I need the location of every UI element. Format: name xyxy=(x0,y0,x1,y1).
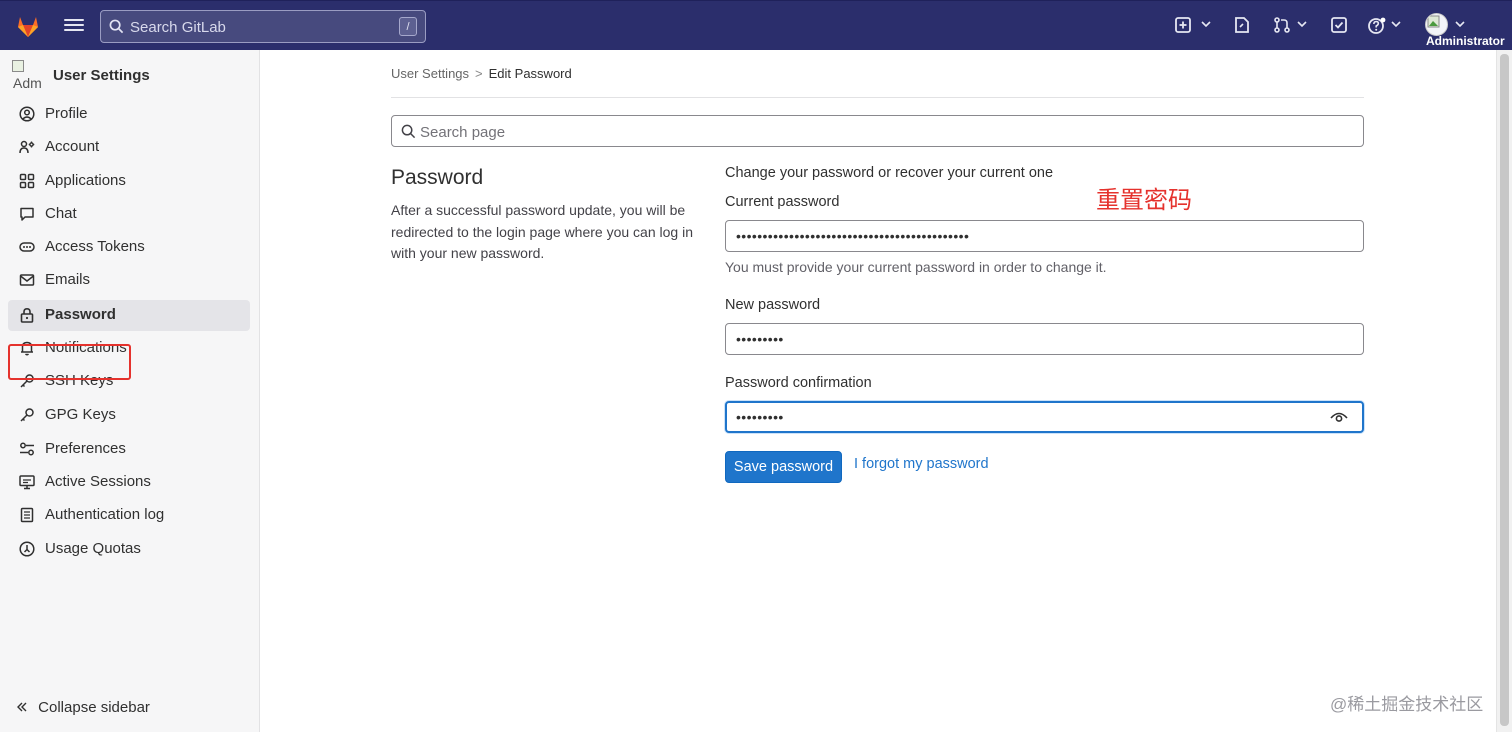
hamburger-icon[interactable] xyxy=(64,16,84,36)
page-search-input[interactable]: Search page xyxy=(391,115,1364,147)
chat-icon xyxy=(19,206,35,222)
issues-icon[interactable] xyxy=(1233,16,1253,36)
section-title: Password xyxy=(391,166,484,189)
sidebar-item-label: Password xyxy=(45,306,116,323)
annotation-text: 重置密码 xyxy=(1096,187,1192,214)
sidebar-item-label: Active Sessions xyxy=(45,473,151,490)
sidebar-item-active-sessions[interactable]: Active Sessions xyxy=(8,467,250,498)
new-password-field[interactable]: ••••••••• xyxy=(725,323,1364,355)
chevron-down-icon[interactable] xyxy=(1297,20,1307,28)
chevron-down-icon[interactable] xyxy=(1201,20,1211,28)
account-icon xyxy=(19,139,35,155)
sidebar-item-label: GPG Keys xyxy=(45,406,116,423)
password-confirmation-field[interactable]: ••••••••• xyxy=(725,401,1364,433)
password-confirmation-value: ••••••••• xyxy=(736,409,784,425)
breadcrumb-current: Edit Password xyxy=(488,66,572,81)
sidebar-item-label: Account xyxy=(45,138,100,155)
section-description: After a successful password update, you … xyxy=(391,202,693,261)
search-placeholder: Search GitLab xyxy=(130,19,226,36)
todo-icon[interactable] xyxy=(1330,16,1350,36)
key-icon xyxy=(19,407,35,423)
save-password-button[interactable]: Save password xyxy=(725,451,842,483)
sidebar-item-access-tokens[interactable]: Access Tokens xyxy=(8,232,250,263)
broken-image-icon xyxy=(12,60,24,72)
breadcrumb-parent[interactable]: User Settings xyxy=(391,66,469,81)
annotation-highlight-box xyxy=(8,344,131,380)
lock-icon xyxy=(19,307,35,323)
current-password-label: Current password xyxy=(725,194,840,210)
search-icon xyxy=(109,19,124,34)
sidebar-item-label: Authentication log xyxy=(45,506,165,523)
sidebar-item-label: Profile xyxy=(45,105,88,122)
sidebar-item-emails[interactable]: Emails xyxy=(8,265,250,296)
log-icon xyxy=(19,507,35,523)
sidebar-item-gpg-keys[interactable]: GPG Keys xyxy=(8,400,250,431)
breadcrumb: User Settings > Edit Password xyxy=(391,66,572,81)
scrollbar[interactable] xyxy=(1496,50,1512,732)
sidebar-item-applications[interactable]: Applications xyxy=(8,166,250,197)
current-password-help: You must provide your current password i… xyxy=(725,259,1107,275)
divider xyxy=(391,97,1364,98)
merge-request-icon[interactable] xyxy=(1273,16,1293,36)
collapse-sidebar-button[interactable]: Collapse sidebar xyxy=(16,699,150,716)
page-search-placeholder: Search page xyxy=(420,124,506,141)
sidebar-item-label: Preferences xyxy=(45,440,126,457)
applications-icon xyxy=(19,173,35,189)
top-navbar: Search GitLab / Administrator xyxy=(0,0,1512,50)
sidebar-item-profile[interactable]: Profile xyxy=(8,99,250,130)
scrollbar-thumb[interactable] xyxy=(1500,54,1509,726)
sidebar-title: User Settings xyxy=(53,67,150,84)
double-chevron-left-icon xyxy=(17,702,27,712)
token-icon xyxy=(19,239,35,255)
monitor-icon xyxy=(19,474,35,490)
profile-icon xyxy=(19,106,35,122)
watermark: @稀土掘金技术社区 xyxy=(1330,695,1484,714)
sidebar-item-authentication-log[interactable]: Authentication log xyxy=(8,500,250,531)
search-icon xyxy=(401,124,416,139)
avatar: Adm xyxy=(12,60,44,90)
current-password-field[interactable]: ••••••••••••••••••••••••••••••••••••••••… xyxy=(725,220,1364,252)
sidebar-item-label: Emails xyxy=(45,271,91,288)
sidebar-item-label: Usage Quotas xyxy=(45,540,141,557)
password-confirmation-label: Password confirmation xyxy=(725,375,872,391)
username-label[interactable]: Administrator xyxy=(1426,34,1512,48)
preferences-icon xyxy=(19,441,35,457)
email-icon xyxy=(19,272,35,288)
sidebar: Adm User Settings Profile Account Applic… xyxy=(0,50,260,732)
chevron-down-icon[interactable] xyxy=(1455,20,1465,28)
sidebar-item-chat[interactable]: Chat xyxy=(8,199,250,230)
global-search-input[interactable]: Search GitLab / xyxy=(100,10,426,43)
breadcrumb-separator: > xyxy=(475,66,483,81)
plus-square-icon[interactable] xyxy=(1174,16,1194,36)
sidebar-item-password[interactable]: Password xyxy=(8,300,250,331)
sidebar-item-label: Applications xyxy=(45,172,126,189)
sidebar-item-label: Access Tokens xyxy=(45,238,145,255)
help-icon[interactable] xyxy=(1367,16,1387,36)
collapse-sidebar-label: Collapse sidebar xyxy=(38,699,150,716)
avatar-alt-text: Adm xyxy=(13,75,42,90)
avatar[interactable] xyxy=(1425,13,1448,36)
new-password-label: New password xyxy=(725,297,821,313)
chevron-down-icon[interactable] xyxy=(1391,20,1401,28)
sidebar-item-account[interactable]: Account xyxy=(8,132,250,163)
sidebar-item-usage-quotas[interactable]: Usage Quotas xyxy=(8,534,250,565)
form-intro: Change your password or recover your cur… xyxy=(725,165,1054,181)
eye-icon[interactable] xyxy=(1330,409,1348,425)
quota-icon xyxy=(19,541,35,557)
forgot-password-link[interactable]: I forgot my password xyxy=(854,456,989,472)
search-shortcut-badge: / xyxy=(399,17,417,36)
gitlab-logo-icon[interactable] xyxy=(14,12,42,40)
sidebar-item-preferences[interactable]: Preferences xyxy=(8,434,250,465)
sidebar-item-label: Chat xyxy=(45,205,77,222)
